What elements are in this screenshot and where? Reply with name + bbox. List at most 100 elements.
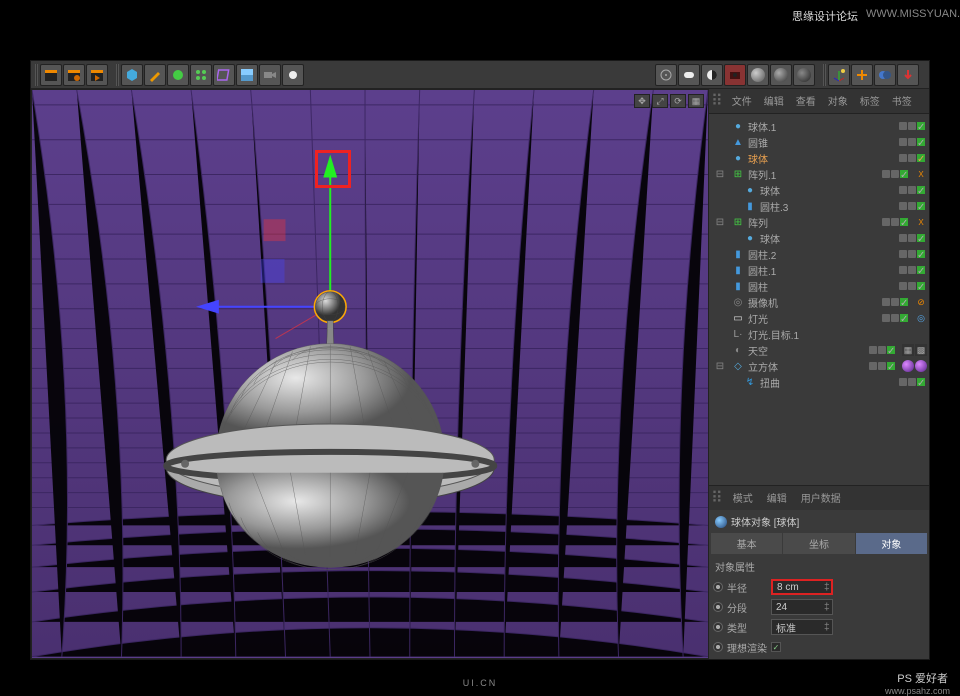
tab-file[interactable]: 文件 [729, 91, 755, 111]
object-type-icon: ◐ [731, 343, 745, 357]
spinner-icon[interactable]: ‡ [824, 602, 830, 613]
attr-tab-edit[interactable]: 编辑 [763, 488, 791, 508]
visibility-dots[interactable]: ✓ [899, 154, 925, 162]
vp-move-icon[interactable]: ✥ [634, 94, 650, 108]
arrow-down-icon[interactable] [897, 64, 919, 86]
hierarchy-item[interactable]: ▲圆锥✓ [711, 134, 927, 150]
vp-zoom-icon[interactable]: ⤢ [652, 94, 668, 108]
visibility-dots[interactable]: ✓ [882, 218, 908, 226]
visibility-dots[interactable]: ✓ [869, 362, 895, 370]
object-tag-icon[interactable]: ⊘ [915, 296, 927, 308]
hierarchy-item[interactable]: ▮圆柱.3✓ [711, 198, 927, 214]
hierarchy-item[interactable]: ⊟⊞阵列.1✓X [711, 166, 927, 182]
hierarchy-item[interactable]: L·灯光.目标.1 [711, 326, 927, 342]
sphere-icon [715, 516, 727, 528]
clapper-icon[interactable] [40, 64, 62, 86]
object-name: 灯光.目标.1 [748, 327, 927, 342]
attr-tab-userdata[interactable]: 用户数据 [797, 488, 845, 508]
array-icon[interactable] [190, 64, 212, 86]
nurbs-icon[interactable] [167, 64, 189, 86]
visibility-dots[interactable]: ✓ [899, 186, 925, 194]
footer-url: www.psahz.com [885, 686, 950, 696]
hierarchy-item[interactable]: ▮圆柱.1✓ [711, 262, 927, 278]
visibility-dots[interactable]: ✓ [882, 298, 908, 306]
spheres-icon[interactable] [874, 64, 896, 86]
spinner-icon[interactable]: ‡ [824, 582, 830, 593]
visibility-dots[interactable]: ✓ [899, 378, 925, 386]
object-tag-icon[interactable]: ▩ [915, 344, 927, 356]
spinner-icon[interactable]: ‡ [824, 622, 830, 633]
object-tag-icon[interactable] [915, 360, 927, 372]
axis-icon[interactable] [828, 64, 850, 86]
contrast-icon[interactable] [701, 64, 723, 86]
visibility-dots[interactable]: ✓ [899, 282, 925, 290]
visibility-dots[interactable]: ✓ [869, 346, 895, 354]
hierarchy-item[interactable]: ●球体✓ [711, 230, 927, 246]
visibility-dots[interactable]: ✓ [899, 234, 925, 242]
tab-tags[interactable]: 标签 [857, 91, 883, 111]
hierarchy-item[interactable]: ◐天空✓ ▦▩ [711, 342, 927, 358]
sphere-c-icon[interactable] [793, 64, 815, 86]
visibility-dots[interactable]: ✓ [899, 202, 925, 210]
sphere-a-icon[interactable] [747, 64, 769, 86]
object-tag-icon[interactable]: X [915, 168, 927, 180]
record-icon[interactable] [724, 64, 746, 86]
object-tag-icon[interactable]: ◎ [915, 312, 927, 324]
viewport[interactable]: ✥ ⤢ ⟳ ▦ [31, 89, 709, 659]
visibility-dots[interactable]: ✓ [899, 266, 925, 274]
hierarchy-item[interactable]: ↯扭曲✓ [711, 374, 927, 390]
pen-icon[interactable] [144, 64, 166, 86]
vp-layout-icon[interactable]: ▦ [688, 94, 704, 108]
object-name: 球体.1 [748, 119, 896, 134]
cube-icon[interactable] [121, 64, 143, 86]
object-tag-icon[interactable]: X [915, 216, 927, 228]
object-name: 球体 [748, 151, 896, 166]
tab-object[interactable]: 对象 [825, 91, 851, 111]
visibility-dots[interactable]: ✓ [882, 314, 908, 322]
object-type-icon: ▮ [731, 247, 745, 261]
clapper-gear-icon[interactable] [63, 64, 85, 86]
tab-view[interactable]: 查看 [793, 91, 819, 111]
visibility-dots[interactable]: ✓ [899, 122, 925, 130]
hierarchy-item[interactable]: ▮圆柱✓ [711, 278, 927, 294]
attr-section-title: 对象属性 [713, 556, 925, 577]
hierarchy-item[interactable]: ⊟⊞阵列✓X [711, 214, 927, 230]
hierarchy-item[interactable]: ●球体✓ [711, 150, 927, 166]
attr-bullet-icon [713, 642, 723, 652]
visibility-dots[interactable]: ✓ [899, 138, 925, 146]
object-name: 圆锥 [748, 135, 896, 150]
object-hierarchy[interactable]: ●球体.1✓▲圆锥✓●球体✓⊟⊞阵列.1✓X●球体✓▮圆柱.3✓⊟⊞阵列✓X●球… [709, 114, 929, 485]
expand-icon[interactable] [851, 64, 873, 86]
hierarchy-item[interactable]: ⊟◇立方体✓ [711, 358, 927, 374]
hierarchy-item[interactable]: ●球体✓ [711, 182, 927, 198]
object-tag-icon[interactable]: ▦ [902, 344, 914, 356]
tab-bookmark[interactable]: 书签 [889, 91, 915, 111]
render-target-icon[interactable] [655, 64, 677, 86]
visibility-dots[interactable]: ✓ [899, 250, 925, 258]
hierarchy-item[interactable]: ●球体.1✓ [711, 118, 927, 134]
object-type-icon: ▮ [731, 263, 745, 277]
attr-checkbox[interactable]: ✓ [771, 642, 781, 652]
sphere-b-icon[interactable] [770, 64, 792, 86]
tab-edit[interactable]: 编辑 [761, 91, 787, 111]
visibility-dots[interactable]: ✓ [882, 170, 908, 178]
light-icon[interactable] [282, 64, 304, 86]
object-name: 天空 [748, 343, 866, 358]
hierarchy-item[interactable]: ▮圆柱.2✓ [711, 246, 927, 262]
footer-text: PS 爱好者 [897, 670, 948, 686]
attr-tab-mode[interactable]: 模式 [729, 488, 757, 508]
camera-icon[interactable] [259, 64, 281, 86]
attr-subtab[interactable]: 坐标 [783, 533, 854, 554]
vp-rotate-icon[interactable]: ⟳ [670, 94, 686, 108]
attr-subtab[interactable]: 对象 [856, 533, 927, 554]
footer-logo: UI.CN [463, 678, 498, 688]
hierarchy-item[interactable]: ◎摄像机✓⊘ [711, 294, 927, 310]
deformer-icon[interactable] [213, 64, 235, 86]
attr-subtab[interactable]: 基本 [711, 533, 782, 554]
env-icon[interactable] [236, 64, 258, 86]
hierarchy-item[interactable]: ▭灯光✓◎ [711, 310, 927, 326]
attr-bullet-icon [713, 602, 723, 612]
clapper-play-icon[interactable] [86, 64, 108, 86]
object-tag-icon[interactable] [902, 360, 914, 372]
toggle-icon[interactable] [678, 64, 700, 86]
